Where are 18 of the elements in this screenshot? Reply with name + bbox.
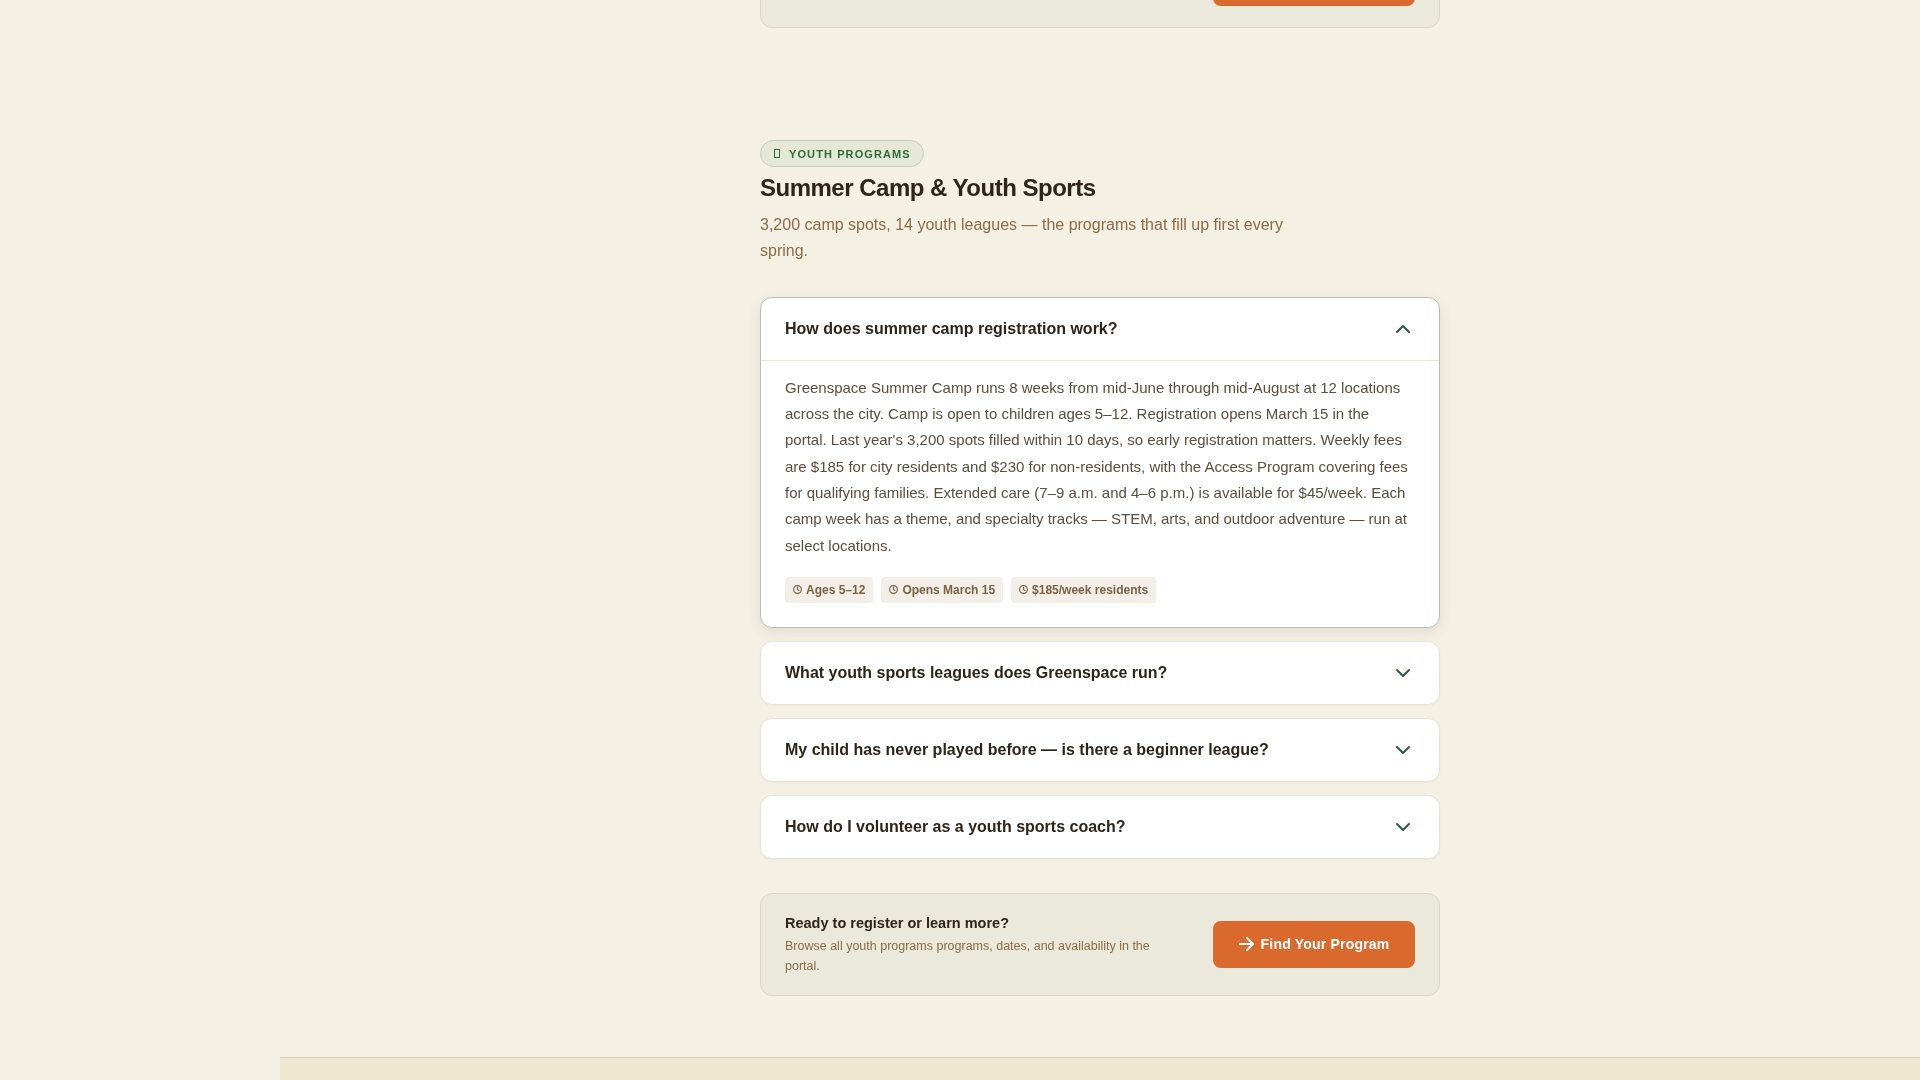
clock-icon bbox=[793, 585, 802, 595]
tag-text: $185/week residents bbox=[1032, 582, 1149, 597]
cta-text: Browse all youth programs programs, dates, and availability in the portal. bbox=[785, 937, 1151, 975]
tag-text: Opens March 15 bbox=[902, 582, 996, 597]
cta-title: Ready to register or learn more? bbox=[785, 913, 1010, 933]
clock-icon bbox=[889, 585, 899, 595]
badge-label: YOUTH PROGRAMS bbox=[789, 147, 911, 160]
faq-question[interactable]: What youth sports leagues does Greenspace run? bbox=[761, 641, 1439, 704]
faq-question[interactable]: My child has never played before — is there a beginner league? bbox=[761, 718, 1439, 781]
arrow-right-icon bbox=[1238, 937, 1254, 952]
section-title: Summer Camp & Youth Sports bbox=[760, 174, 1097, 203]
section-subtitle: 3,200 camp spots, 14 youth leagues — the programs that fill up first every spring. bbox=[760, 214, 1284, 261]
square-icon bbox=[774, 149, 780, 158]
clock-icon bbox=[1019, 585, 1029, 595]
faq-question[interactable]: How do I volunteer as a youth sports coach? bbox=[761, 795, 1439, 858]
tag-text: Ages 5–12 bbox=[806, 582, 866, 597]
faq-question[interactable]: How does summer camp registration work? bbox=[761, 297, 1439, 361]
faq-answer: Greenspace Summer Camp runs 8 weeks from mid-June through mid-August at 12 locations across the city. Camp is open to children ages 5–12. Registration opens March 15 in the portal. Last year's 3,200 spots filled within 10 days, so early registration matters. Weekly fees are $185 for city residents and $230 for non-residents, with the Access Program covering fees for qualifying families. Extended care (7–9 a.m. and 4–6 p.m.) is available for $45/week. Each camp week has a theme, and specialty tracks — STEM, arts, and outdoor adventure — run at select locations. bbox=[785, 377, 1409, 556]
